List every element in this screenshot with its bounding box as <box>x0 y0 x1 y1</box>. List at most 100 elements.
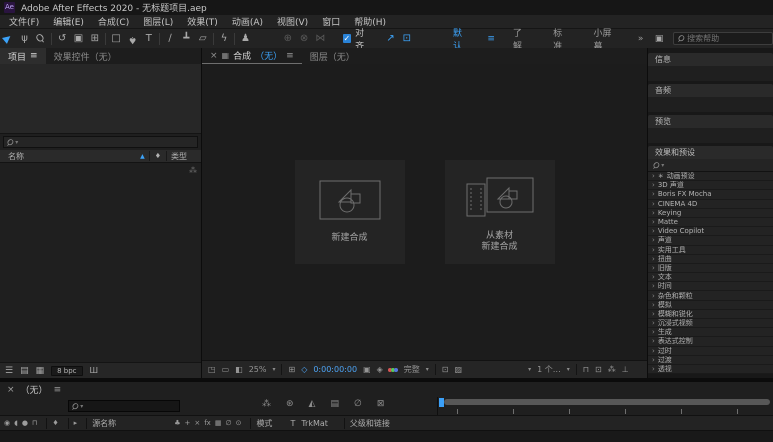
zoom-tool-icon[interactable]: Ϙ <box>33 30 49 48</box>
interpret-footage-icon[interactable]: ☰ <box>5 366 13 376</box>
new-folder-icon[interactable]: ▤ <box>20 366 29 376</box>
category-simulation[interactable]: ›模拟 <box>648 301 773 310</box>
column-type[interactable]: 类型 <box>167 151 201 162</box>
category-immersive-video[interactable]: ›沉浸式视频 <box>648 319 773 328</box>
workspace-panel-icon[interactable]: ▣ <box>651 30 666 48</box>
category-matte[interactable]: ›Matte <box>648 218 773 227</box>
timeline-track-area[interactable] <box>0 430 773 442</box>
selection-tool-icon[interactable]: ▶ <box>0 30 16 48</box>
category-blur-sharpen[interactable]: ›模糊和锐化 <box>648 310 773 319</box>
menu-effect[interactable]: 效果(T) <box>180 15 225 28</box>
mini-flowchart-icon[interactable]: ⁂ <box>262 399 271 409</box>
puppet-pin-tool-icon[interactable]: ♟ <box>237 30 253 48</box>
always-preview-icon[interactable]: ◳ <box>208 365 216 374</box>
new-composition-button[interactable]: 新建合成 <box>295 160 405 264</box>
panel-menu-icon[interactable]: ≡ <box>54 385 62 395</box>
category-text[interactable]: ›文本 <box>648 273 773 282</box>
clone-stamp-tool-icon[interactable]: ┻ <box>178 30 194 48</box>
motion-blur-icon[interactable]: ∅ <box>354 399 362 409</box>
workspace-menu-icon[interactable]: ≡ <box>481 34 501 44</box>
fast-preview-icon[interactable]: ⊡ <box>595 365 602 374</box>
panel-menu-icon[interactable]: ≡ <box>286 51 294 61</box>
close-icon[interactable]: × <box>210 51 218 61</box>
category-video-copilot[interactable]: ›Video Copilot <box>648 227 773 236</box>
collapse-switch-icon[interactable]: + <box>184 419 190 427</box>
category-generate[interactable]: ›生成 <box>648 328 773 337</box>
hand-tool-icon[interactable]: ψ <box>16 30 32 48</box>
column-parent-link[interactable]: 父级和链接 <box>350 418 390 429</box>
new-composition-from-footage-button[interactable]: 从素材 新建合成 <box>445 160 555 264</box>
3d-switch-icon[interactable]: ⊙ <box>236 419 242 427</box>
menu-composition[interactable]: 合成(C) <box>91 15 136 28</box>
trash-icon[interactable]: Ш <box>90 366 99 375</box>
workspace-overflow-icon[interactable]: » <box>630 34 652 44</box>
category-transition[interactable]: ›过渡 <box>648 356 773 365</box>
category-boris-fx-mocha[interactable]: ›Boris FX Mocha <box>648 190 773 199</box>
category-time[interactable]: ›时间 <box>648 282 773 291</box>
motion-blur-switch-icon[interactable]: ∅ <box>225 419 231 427</box>
bit-depth-button[interactable]: 8 bpc <box>51 366 82 376</box>
audio-mute-icon[interactable]: ◖ <box>14 419 18 427</box>
comp-flowchart-icon[interactable]: ⊥ <box>622 365 629 374</box>
column-trkmat[interactable]: TrkMat <box>301 419 328 428</box>
hide-shy-layers-icon[interactable]: ◭ <box>309 399 316 409</box>
label-color-icon[interactable]: ♦ <box>150 152 166 160</box>
timeline-button-icon[interactable]: ⁂ <box>608 365 616 374</box>
menu-edit[interactable]: 编辑(E) <box>46 15 91 28</box>
timeline-ruler[interactable] <box>437 397 773 415</box>
current-time-value[interactable]: 0:00:00:00 <box>313 365 357 374</box>
timeline-tab-label[interactable]: （无） <box>21 383 48 396</box>
graph-editor-icon[interactable]: ⊠ <box>377 399 385 409</box>
snap-options-icon[interactable]: ↗ <box>382 30 398 48</box>
tab-project[interactable]: 项目 ≡ <box>0 48 46 64</box>
world-axis-mode-icon[interactable]: ⊗ <box>296 30 312 48</box>
grid-guides-icon[interactable]: ⊞ <box>288 365 295 374</box>
shy-switch-icon[interactable]: ♣ <box>174 419 180 427</box>
camera-tool-icon[interactable]: ▣ <box>70 30 86 48</box>
panel-menu-icon[interactable]: ≡ <box>30 51 38 61</box>
view-axis-mode-icon[interactable]: ⋈ <box>312 30 328 48</box>
pen-tool-icon[interactable]: ♠ <box>124 30 140 48</box>
magnification-icon[interactable]: ◧ <box>235 365 243 374</box>
help-search-input[interactable] <box>687 34 767 43</box>
resolution-value[interactable]: 完整 <box>404 364 420 375</box>
region-of-interest-icon[interactable]: ⊡ <box>442 365 449 374</box>
solo-icon[interactable]: ● <box>22 419 28 427</box>
effects-presets-header[interactable]: 效果和预设 <box>648 146 773 159</box>
pixel-aspect-icon[interactable]: ⊓ <box>583 365 589 374</box>
close-icon[interactable]: × <box>7 385 15 395</box>
menu-file[interactable]: 文件(F) <box>2 15 46 28</box>
new-composition-icon[interactable]: ▦ <box>36 366 45 376</box>
category-obsolete[interactable]: ›过时 <box>648 347 773 356</box>
video-visibility-icon[interactable]: ◉ <box>4 419 10 427</box>
menu-layer[interactable]: 图层(L) <box>136 15 180 28</box>
snapshot-icon[interactable]: ▣ <box>363 365 371 374</box>
main-viewer-icon[interactable]: ▭ <box>222 365 230 374</box>
category-distort[interactable]: ›扭曲 <box>648 255 773 264</box>
tab-layer[interactable]: 图层（无） <box>302 48 363 64</box>
label-color-icon[interactable]: ♦ <box>52 419 58 427</box>
quality-switch-icon[interactable]: × <box>194 419 200 427</box>
view-layout-value[interactable]: 1 个… <box>537 364 561 375</box>
timeline-search-box[interactable]: Ϙ ▾ <box>68 400 180 412</box>
eraser-tool-icon[interactable]: ▱ <box>195 30 211 48</box>
category-cinema-4d[interactable]: ›CINEMA 4D <box>648 200 773 209</box>
pan-behind-tool-icon[interactable]: ⊞ <box>87 30 103 48</box>
category-utility[interactable]: ›实用工具 <box>648 246 773 255</box>
show-snapshot-icon[interactable]: ◈ <box>377 365 383 374</box>
roto-brush-tool-icon[interactable]: ϟ <box>216 30 232 48</box>
timeline-scrollbar[interactable] <box>444 399 770 405</box>
category-audio[interactable]: ›声道 <box>648 236 773 245</box>
column-source-name[interactable]: 源名称 <box>92 418 116 429</box>
checkbox-checked-icon[interactable]: ✓ <box>343 34 352 43</box>
column-t[interactable]: T <box>290 419 295 428</box>
layer-number-icon[interactable]: ▸ <box>74 419 78 427</box>
draft-3d-icon[interactable]: ⊛ <box>286 399 294 409</box>
help-search-box[interactable]: Ϙ <box>673 32 773 45</box>
shape-tool-icon[interactable]: □ <box>108 30 124 48</box>
lock-icon[interactable]: ⊓ <box>32 419 37 427</box>
frame-blending-icon[interactable]: ▤ <box>330 399 339 409</box>
preview-panel-header[interactable]: 预览 <box>648 115 773 128</box>
transparency-grid-icon[interactable]: ▨ <box>455 365 463 374</box>
playhead-marker[interactable] <box>439 398 444 407</box>
